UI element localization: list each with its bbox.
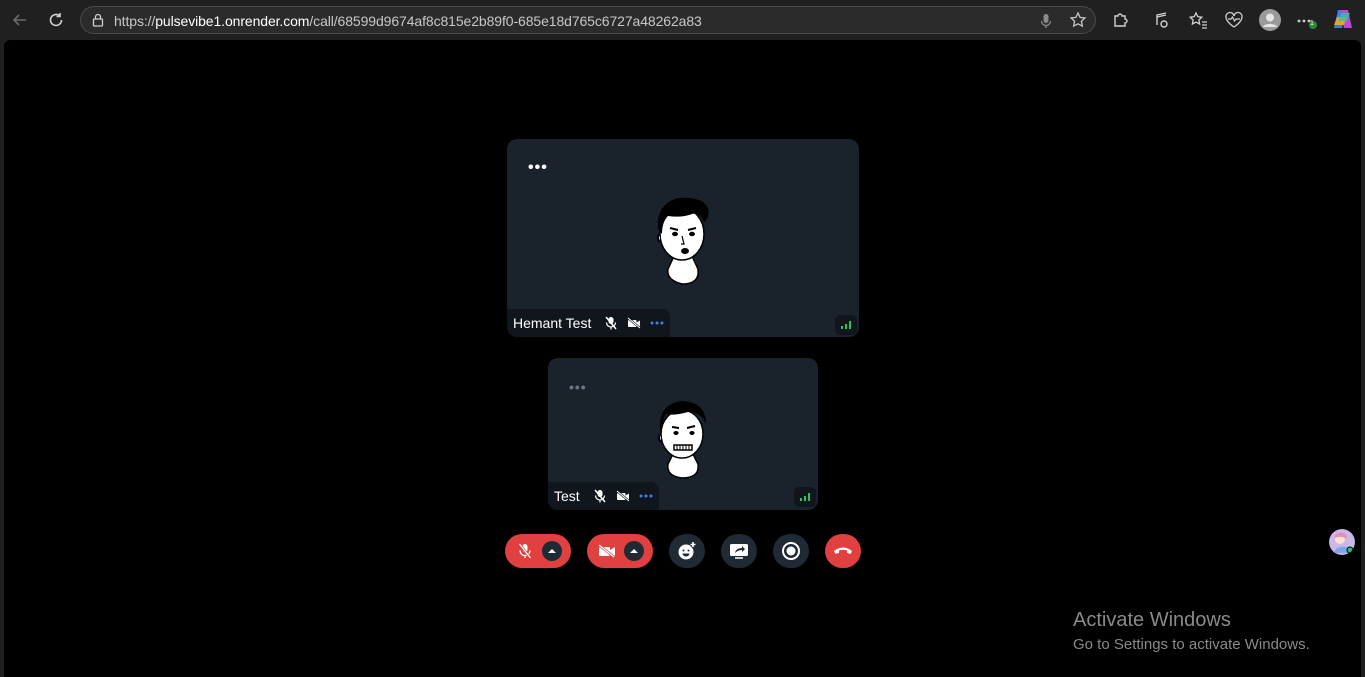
- screen-share-icon: [730, 544, 748, 559]
- camera-control: [587, 534, 653, 568]
- leave-call-button[interactable]: [825, 534, 861, 568]
- url-path: /call/68599d9674af8c815e2b89f0-685e18d76…: [309, 13, 702, 29]
- more-horizontal-icon: [1297, 19, 1317, 29]
- lock-icon[interactable]: [91, 13, 105, 27]
- mic-muted-icon: [593, 489, 607, 503]
- profile-avatar-icon: [1259, 9, 1281, 31]
- network-signal-icon: [794, 487, 816, 507]
- profile-button[interactable]: [1258, 8, 1282, 32]
- url-host: pulsevibe1.onrender.com: [155, 13, 310, 29]
- cartoon-avatar-icon: [658, 401, 706, 479]
- mic-muted-icon: [604, 316, 618, 330]
- network-signal-icon: [835, 315, 857, 335]
- camera-off-icon: [598, 544, 615, 558]
- watermark-title: Activate Windows: [1073, 609, 1231, 631]
- chevron-up-icon: [630, 549, 638, 553]
- notification-badge: 1: [1310, 20, 1314, 27]
- watermark-subtitle: Go to Settings to activate Windows.: [1073, 636, 1310, 653]
- camera-toggle-button[interactable]: [597, 541, 617, 561]
- url-prefix: https://: [114, 13, 156, 29]
- avatar: [654, 398, 710, 485]
- url-text[interactable]: https://pulsevibe1.onrender.com/call/685…: [114, 13, 702, 29]
- more-options-icon[interactable]: [650, 316, 664, 330]
- emoji-add-icon: [678, 542, 696, 560]
- copilot-button[interactable]: [1331, 7, 1355, 31]
- assistant-avatar-icon: [1329, 529, 1355, 555]
- microphone-icon[interactable]: [1039, 13, 1053, 29]
- extensions-button[interactable]: [1110, 9, 1132, 31]
- reload-icon: [49, 13, 63, 27]
- participant-tile[interactable]: ••• Test: [548, 358, 818, 510]
- mic-control: [505, 534, 571, 568]
- favorites-button[interactable]: [1187, 9, 1209, 31]
- reload-button[interactable]: [44, 8, 68, 32]
- avatar: [652, 194, 712, 291]
- record-icon: [782, 542, 800, 560]
- media-button[interactable]: [1151, 9, 1173, 31]
- reactions-button[interactable]: [669, 534, 705, 568]
- tile-menu-button[interactable]: •••: [569, 380, 587, 394]
- address-bar[interactable]: https://pulsevibe1.onrender.com/call/685…: [80, 6, 1096, 34]
- copilot-icon: [1334, 10, 1352, 28]
- mic-off-icon: [518, 543, 532, 559]
- camera-off-icon: [615, 489, 630, 503]
- puzzle-icon: [1114, 13, 1128, 27]
- share-screen-button[interactable]: [721, 534, 757, 568]
- back-arrow-icon: [12, 14, 26, 26]
- chevron-up-icon: [548, 549, 556, 553]
- heart-pulse-icon: [1225, 11, 1243, 28]
- browser-toolbar: https://pulsevibe1.onrender.com/call/685…: [0, 0, 1365, 40]
- hang-up-icon: [834, 547, 852, 554]
- participant-name: Test: [554, 488, 580, 504]
- floating-assistant-button[interactable]: [1329, 529, 1355, 555]
- browser-essentials-button[interactable]: [1223, 9, 1245, 31]
- windows-activation-watermark: Activate Windows Go to Settings to activ…: [1073, 609, 1310, 653]
- participant-name-bar: Hemant Test: [507, 309, 671, 337]
- camera-options-button[interactable]: [624, 541, 644, 561]
- more-options-icon[interactable]: [639, 489, 653, 503]
- favorites-list-icon: [1188, 11, 1207, 29]
- participant-name: Hemant Test: [513, 315, 592, 331]
- mic-options-button[interactable]: [542, 541, 562, 561]
- record-button[interactable]: [773, 534, 809, 568]
- cartoon-avatar-icon: [657, 197, 709, 285]
- mic-toggle-button[interactable]: [515, 541, 535, 561]
- camera-off-icon: [627, 316, 642, 330]
- participant-tile[interactable]: ••• Hemant Test: [507, 139, 859, 337]
- settings-more-button[interactable]: 1: [1296, 9, 1318, 31]
- participant-name-bar: Test: [548, 482, 659, 510]
- back-button[interactable]: [8, 8, 32, 32]
- favorite-star-icon[interactable]: [1069, 11, 1087, 29]
- music-note-icon: [1156, 12, 1168, 28]
- tile-menu-button[interactable]: •••: [528, 160, 548, 176]
